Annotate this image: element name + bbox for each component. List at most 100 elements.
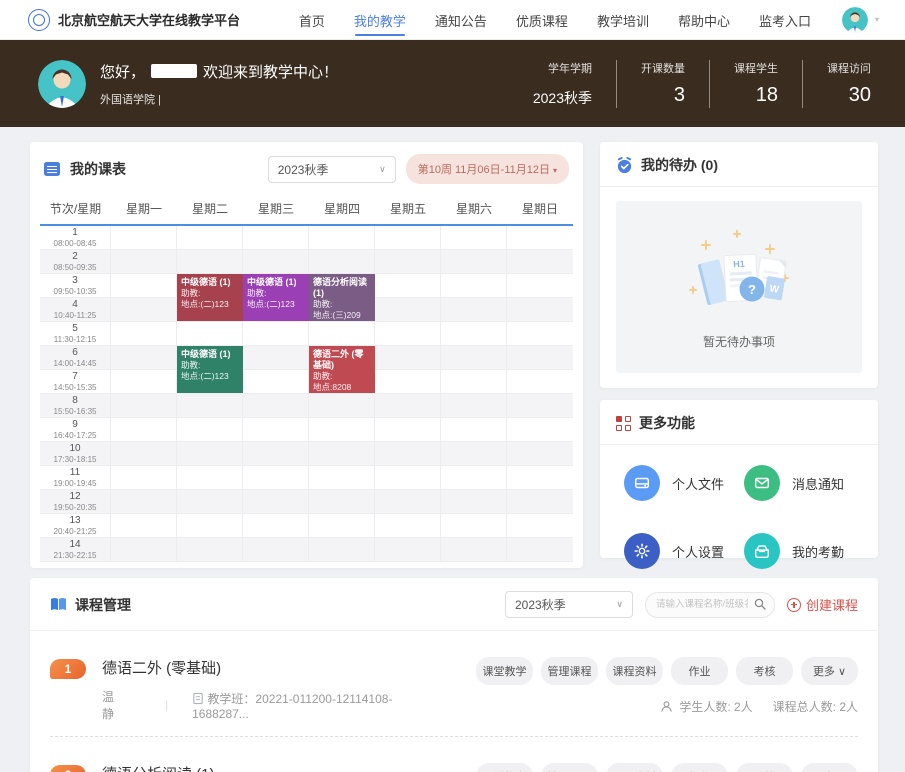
day-cell[interactable]: [243, 418, 309, 441]
action-button-课堂教学[interactable]: 课堂教学: [476, 657, 533, 685]
day-cell[interactable]: [177, 490, 243, 513]
feature-item-mail[interactable]: 消息通知: [744, 465, 864, 501]
day-cell[interactable]: [243, 250, 309, 273]
day-cell[interactable]: [441, 226, 507, 249]
day-cell[interactable]: [507, 370, 573, 393]
day-cell[interactable]: [243, 514, 309, 537]
day-cell[interactable]: [375, 394, 441, 417]
day-cell[interactable]: [441, 490, 507, 513]
day-cell[interactable]: [507, 226, 573, 249]
nav-item[interactable]: 优质课程: [515, 1, 569, 39]
day-cell[interactable]: [111, 466, 177, 489]
day-cell[interactable]: [441, 538, 507, 561]
day-cell[interactable]: [309, 466, 375, 489]
user-menu[interactable]: ▾: [842, 7, 879, 33]
course-block[interactable]: 德语分析阅读 (1)助教:地点:(三)209: [309, 274, 375, 321]
day-cell[interactable]: [375, 538, 441, 561]
action-button-考核[interactable]: 考核: [736, 657, 793, 685]
day-cell[interactable]: [111, 370, 177, 393]
day-cell[interactable]: [243, 346, 309, 369]
day-cell[interactable]: [111, 298, 177, 321]
day-cell[interactable]: [375, 226, 441, 249]
action-button-考核[interactable]: 考核: [736, 763, 793, 772]
nav-item[interactable]: 通知公告: [434, 1, 488, 39]
day-cell[interactable]: [375, 274, 441, 297]
day-cell[interactable]: [111, 346, 177, 369]
day-cell[interactable]: [309, 418, 375, 441]
day-cell[interactable]: [177, 466, 243, 489]
day-cell[interactable]: [111, 538, 177, 561]
day-cell[interactable]: [309, 250, 375, 273]
action-button-课程资料[interactable]: 课程资料: [606, 763, 663, 772]
action-button-作业[interactable]: 作业: [671, 657, 728, 685]
day-cell[interactable]: [441, 274, 507, 297]
day-cell[interactable]: [243, 490, 309, 513]
day-cell[interactable]: [177, 442, 243, 465]
feature-item-attendance[interactable]: 我的考勤: [744, 533, 864, 569]
day-cell[interactable]: [243, 370, 309, 393]
day-cell[interactable]: [243, 322, 309, 345]
day-cell[interactable]: [111, 274, 177, 297]
day-cell[interactable]: [111, 418, 177, 441]
day-cell[interactable]: [507, 442, 573, 465]
day-cell[interactable]: [441, 346, 507, 369]
user-avatar[interactable]: [842, 7, 868, 33]
day-cell[interactable]: [243, 226, 309, 249]
search-icon[interactable]: [754, 598, 766, 610]
day-cell[interactable]: [441, 394, 507, 417]
day-cell[interactable]: [507, 394, 573, 417]
day-cell[interactable]: [375, 418, 441, 441]
day-cell[interactable]: [507, 250, 573, 273]
day-cell[interactable]: [375, 466, 441, 489]
day-cell[interactable]: [441, 250, 507, 273]
action-button-更多[interactable]: 更多 ∨: [801, 657, 858, 685]
day-cell[interactable]: [309, 394, 375, 417]
day-cell[interactable]: [375, 346, 441, 369]
nav-item[interactable]: 首页: [298, 1, 326, 39]
day-cell[interactable]: [375, 322, 441, 345]
action-button-管理课程[interactable]: 管理课程: [541, 763, 598, 772]
week-selector[interactable]: 第10周 11月06日-11月12日▾: [406, 154, 569, 184]
day-cell[interactable]: [375, 250, 441, 273]
day-cell[interactable]: [243, 538, 309, 561]
day-cell[interactable]: [111, 250, 177, 273]
day-cell[interactable]: [309, 490, 375, 513]
day-cell[interactable]: [441, 298, 507, 321]
day-cell[interactable]: [177, 418, 243, 441]
day-cell[interactable]: [507, 274, 573, 297]
day-cell[interactable]: [243, 442, 309, 465]
day-cell[interactable]: [441, 466, 507, 489]
day-cell[interactable]: [177, 226, 243, 249]
day-cell[interactable]: [375, 298, 441, 321]
day-cell[interactable]: [507, 346, 573, 369]
action-button-课堂教学[interactable]: 课堂教学: [476, 763, 533, 772]
day-cell[interactable]: [441, 322, 507, 345]
action-button-课程资料[interactable]: 课程资料: [606, 657, 663, 685]
day-cell[interactable]: [177, 394, 243, 417]
day-cell[interactable]: [441, 370, 507, 393]
day-cell[interactable]: [111, 226, 177, 249]
day-cell[interactable]: [507, 418, 573, 441]
nav-item[interactable]: 帮助中心: [677, 1, 731, 39]
day-cell[interactable]: [111, 490, 177, 513]
create-course-button[interactable]: 创建课程: [787, 595, 858, 614]
nav-item[interactable]: 教学培训: [596, 1, 650, 39]
action-button-管理课程[interactable]: 管理课程: [541, 657, 598, 685]
day-cell[interactable]: [111, 442, 177, 465]
day-cell[interactable]: [309, 322, 375, 345]
day-cell[interactable]: [507, 466, 573, 489]
feature-item-gear[interactable]: 个人设置: [624, 533, 744, 569]
course-semester-select[interactable]: 2023秋季 ∨: [505, 591, 633, 618]
day-cell[interactable]: [441, 418, 507, 441]
day-cell[interactable]: [177, 538, 243, 561]
nav-item[interactable]: 监考入口: [758, 1, 812, 39]
course-title[interactable]: 德语分析阅读 (1): [102, 763, 438, 772]
nav-item[interactable]: 我的教学: [353, 1, 407, 39]
day-cell[interactable]: [375, 490, 441, 513]
chevron-down-icon[interactable]: ▾: [875, 15, 879, 24]
day-cell[interactable]: [507, 322, 573, 345]
day-cell[interactable]: [507, 490, 573, 513]
semester-select[interactable]: 2023秋季 ∨: [268, 156, 396, 183]
day-cell[interactable]: [111, 322, 177, 345]
day-cell[interactable]: [309, 514, 375, 537]
